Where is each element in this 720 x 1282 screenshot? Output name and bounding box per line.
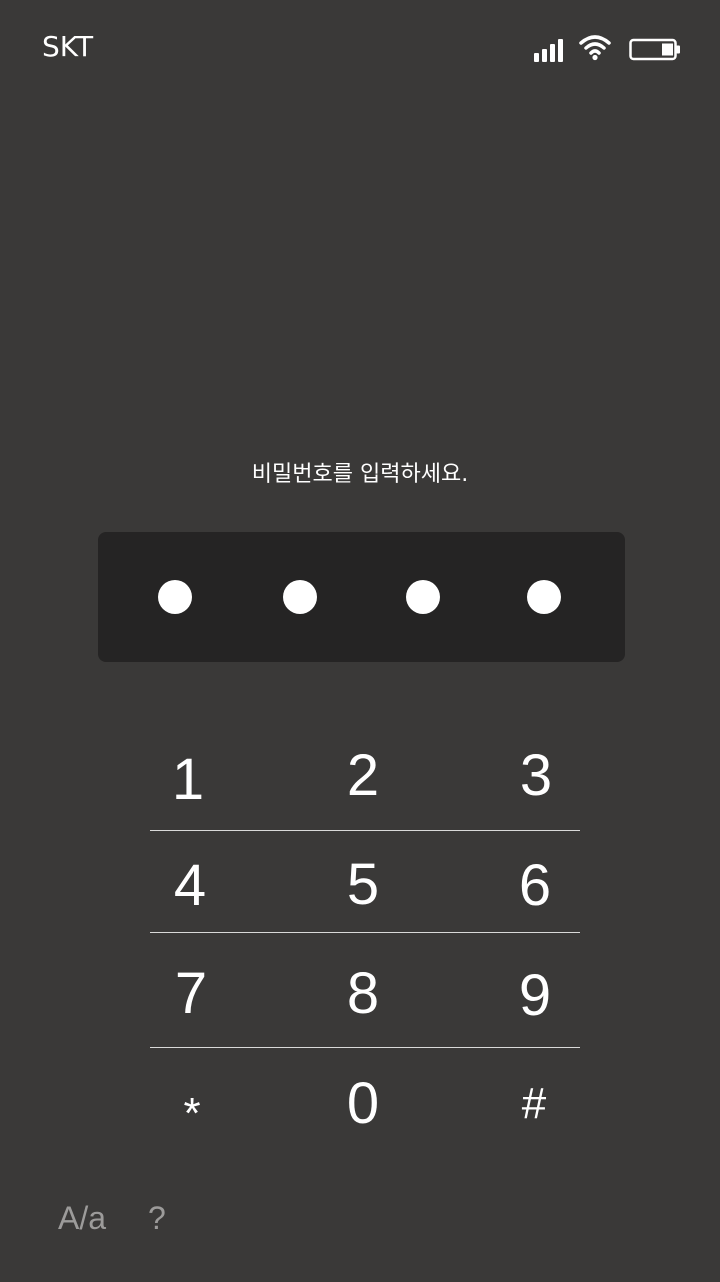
key-5[interactable]: 5 [298,842,428,928]
key-2[interactable]: 2 [298,733,428,819]
keypad: 1 2 3 4 5 6 7 8 9 * 0 # [0,0,720,1282]
key-6[interactable]: 6 [470,843,600,929]
key-8[interactable]: 8 [298,951,428,1037]
key-9[interactable]: 9 [470,953,600,1039]
keypad-divider [150,830,580,831]
key-1[interactable]: 1 [123,737,253,823]
keypad-divider [150,1047,580,1048]
keypad-divider [150,932,580,933]
help-button[interactable]: ? [148,1200,166,1237]
key-hash[interactable]: # [469,1061,599,1147]
key-7[interactable]: 7 [126,951,256,1037]
key-asterisk[interactable]: * [127,1071,257,1157]
case-toggle-button[interactable]: A/a [58,1200,106,1237]
key-4[interactable]: 4 [125,843,255,929]
key-3[interactable]: 3 [471,733,601,819]
key-0[interactable]: 0 [298,1061,428,1147]
